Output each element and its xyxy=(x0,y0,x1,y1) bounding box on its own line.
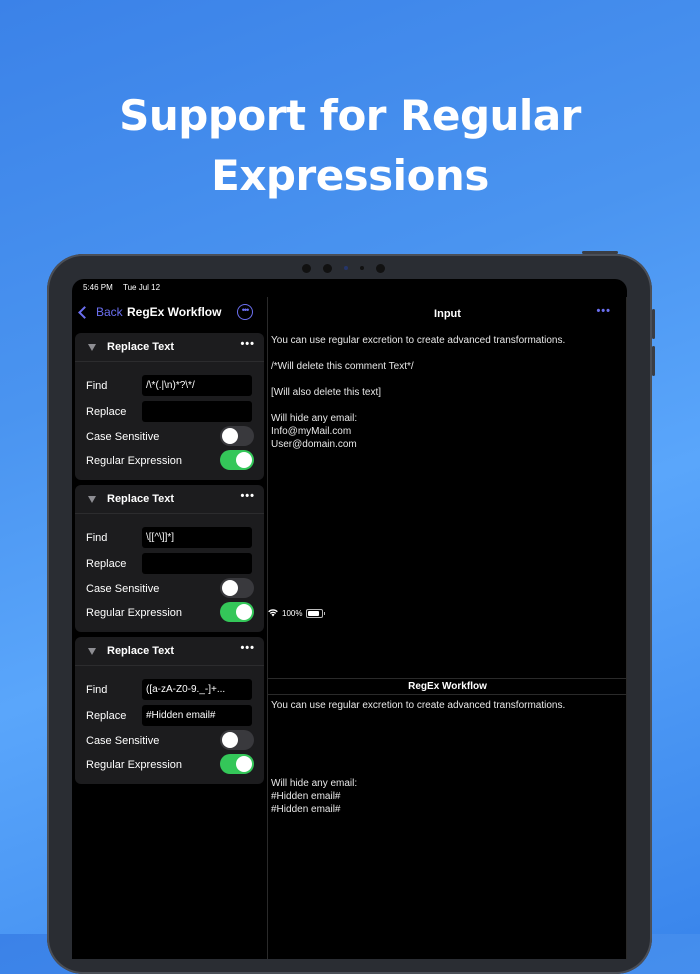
find-field[interactable]: ([a-zA-Z0-9._-]+... xyxy=(142,679,252,700)
case-sensitive-toggle[interactable] xyxy=(220,426,254,446)
step-card-2: Replace Text ••• Find \[[^\]]*] Replace … xyxy=(75,485,264,632)
sensor-icon xyxy=(344,266,348,270)
case-sensitive-label: Case Sensitive xyxy=(86,735,160,747)
headline: Support for Regular Expressions xyxy=(0,86,700,206)
step-card-3: Replace Text ••• Find ([a-zA-Z0-9._-]+..… xyxy=(75,637,264,784)
input-header: Input ••• xyxy=(268,297,627,329)
replace-label: Replace xyxy=(86,558,127,570)
text-line: Will hide any email: xyxy=(271,778,358,789)
replace-field[interactable]: #Hidden email# xyxy=(142,705,252,726)
replace-field[interactable] xyxy=(142,401,252,422)
status-date: Tue Jul 12 xyxy=(123,283,161,292)
text-line: [Will also delete this text] xyxy=(271,387,382,398)
step-title: Replace Text xyxy=(107,645,175,657)
output-text-area[interactable]: You can use regular excretion to create … xyxy=(271,699,565,816)
step-header[interactable]: Replace Text ••• xyxy=(75,485,264,514)
step-header[interactable]: Replace Text ••• xyxy=(75,637,264,666)
find-label: Find xyxy=(86,684,108,696)
text-line: Will hide any email: xyxy=(271,413,358,424)
text-line xyxy=(271,751,565,764)
camera-lens-icon xyxy=(376,263,385,273)
sidebar-nav-bar: Back RegEx Workflow ••• xyxy=(72,297,267,327)
step-title: Replace Text xyxy=(107,493,175,505)
case-sensitive-label: Case Sensitive xyxy=(86,583,160,595)
regex-toggle[interactable] xyxy=(220,602,254,622)
ellipsis-circle-icon[interactable]: ••• xyxy=(237,304,253,320)
toggle-knob xyxy=(222,732,238,748)
text-line xyxy=(271,373,565,386)
text-line xyxy=(271,712,565,725)
toggle-knob xyxy=(222,580,238,596)
text-panel: Input ••• You can use regular excretion … xyxy=(268,297,627,959)
toggle-knob xyxy=(236,756,252,772)
more-options-icon[interactable]: ••• xyxy=(240,490,255,502)
find-field[interactable]: \[[^\]]*] xyxy=(142,527,252,548)
input-title: Input xyxy=(434,308,461,320)
camera-lens-icon xyxy=(323,263,332,273)
power-button xyxy=(582,251,618,254)
text-line: /*Will delete this comment Text*/ xyxy=(271,361,414,372)
text-line: #Hidden email# xyxy=(271,791,341,802)
text-line xyxy=(271,725,565,738)
disclosure-triangle-icon[interactable] xyxy=(88,648,96,655)
camera-array xyxy=(302,262,385,274)
step-title: Replace Text xyxy=(107,341,175,353)
regex-label: Regular Expression xyxy=(86,455,182,467)
volume-down-button xyxy=(652,346,655,376)
headline-line-1: Support for Regular xyxy=(119,91,581,140)
chevron-left-icon xyxy=(78,305,91,319)
regex-label: Regular Expression xyxy=(86,607,182,619)
panel-border xyxy=(626,297,627,959)
more-options-icon[interactable]: ••• xyxy=(240,338,255,350)
headline-line-2: Expressions xyxy=(211,151,489,200)
output-divider xyxy=(268,694,627,695)
step-card-1: Replace Text ••• Find /\*(.|\n)*?\*/ Rep… xyxy=(75,333,264,480)
screen: 5:46 PM Tue Jul 12 100% Back RegEx Workf… xyxy=(72,279,627,959)
regex-label: Regular Expression xyxy=(86,759,182,771)
back-label: Back xyxy=(96,305,123,319)
output-title: RegEx Workflow xyxy=(408,681,487,692)
text-line: Info@myMail.com xyxy=(271,426,352,437)
replace-label: Replace xyxy=(86,406,127,418)
text-line xyxy=(271,764,565,777)
disclosure-triangle-icon[interactable] xyxy=(88,496,96,503)
toggle-knob xyxy=(236,452,252,468)
find-label: Find xyxy=(86,380,108,392)
case-sensitive-toggle[interactable] xyxy=(220,730,254,750)
toggle-knob xyxy=(222,428,238,444)
text-line: User@domain.com xyxy=(271,439,357,450)
back-button[interactable]: Back xyxy=(78,305,123,319)
text-line xyxy=(271,738,565,751)
sensor-icon xyxy=(360,266,364,270)
find-field[interactable]: /\*(.|\n)*?\*/ xyxy=(142,375,252,396)
camera-lens-icon xyxy=(302,263,311,273)
step-header[interactable]: Replace Text ••• xyxy=(75,333,264,362)
text-line xyxy=(271,399,565,412)
text-line: You can use regular excretion to create … xyxy=(271,700,566,711)
replace-field[interactable] xyxy=(142,553,252,574)
more-options-icon[interactable]: ••• xyxy=(240,642,255,654)
workflow-title: RegEx Workflow xyxy=(127,305,222,319)
more-options-icon[interactable]: ••• xyxy=(596,305,611,317)
text-line: You can use regular excretion to create … xyxy=(271,335,566,346)
regex-toggle[interactable] xyxy=(220,754,254,774)
status-time: 5:46 PM xyxy=(83,283,113,292)
case-sensitive-toggle[interactable] xyxy=(220,578,254,598)
toggle-knob xyxy=(236,604,252,620)
ipad-device-frame: 5:46 PM Tue Jul 12 100% Back RegEx Workf… xyxy=(47,251,655,974)
text-line xyxy=(271,347,565,360)
replace-label: Replace xyxy=(86,710,127,722)
disclosure-triangle-icon[interactable] xyxy=(88,344,96,351)
find-label: Find xyxy=(86,532,108,544)
workflow-sidebar: Back RegEx Workflow ••• Replace Text •••… xyxy=(72,297,268,959)
volume-up-button xyxy=(652,309,655,339)
input-text-area[interactable]: You can use regular excretion to create … xyxy=(271,334,565,451)
regex-toggle[interactable] xyxy=(220,450,254,470)
text-line: #Hidden email# xyxy=(271,804,341,815)
panel-divider[interactable] xyxy=(268,678,627,679)
case-sensitive-label: Case Sensitive xyxy=(86,431,160,443)
status-bar: 5:46 PM Tue Jul 12 100% xyxy=(72,279,627,618)
